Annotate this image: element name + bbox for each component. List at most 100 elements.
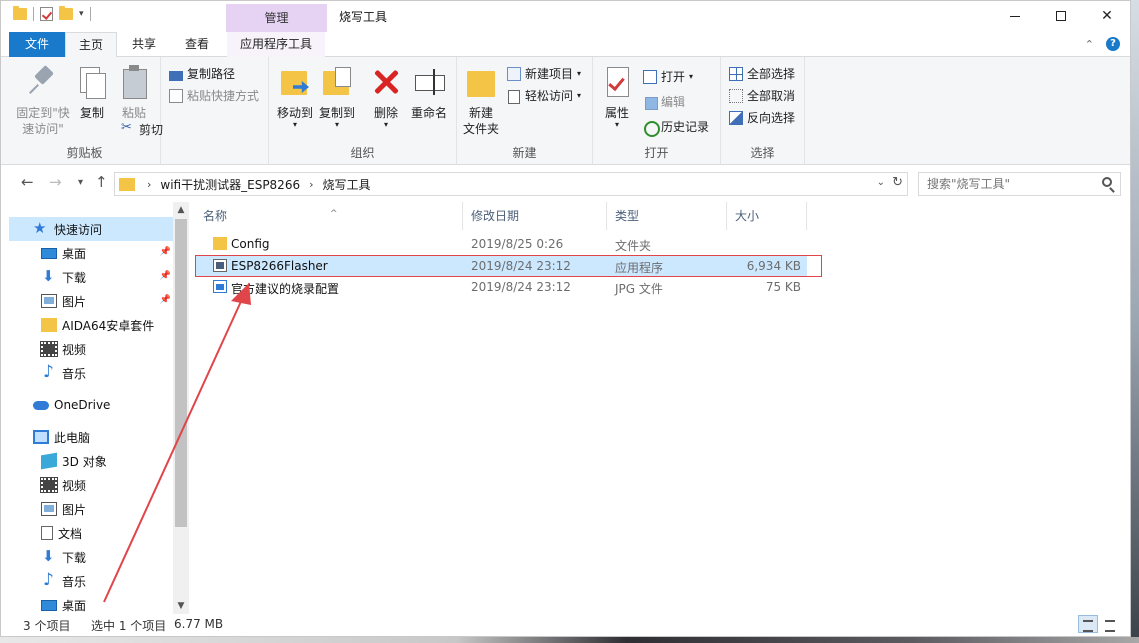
pc-icon [33, 430, 49, 444]
column-header-type[interactable]: 类型 [607, 202, 727, 230]
new-folder-icon[interactable] [59, 6, 73, 20]
minimize-icon [1010, 15, 1020, 17]
up-button[interactable]: ↑ [95, 173, 108, 191]
sidebar-item[interactable]: 图片 📌 [9, 289, 173, 313]
invert-selection-button[interactable]: 反向选择 [729, 109, 795, 126]
breadcrumb-item[interactable]: wifi干扰测试器_ESP8266 [160, 176, 300, 193]
sidebar-item-label: 快速访问 [54, 222, 103, 237]
address-bar[interactable]: › wifi干扰测试器_ESP8266 › 烧写工具 ⌄ ↻ [114, 172, 908, 196]
delete-label: 删除 [373, 106, 398, 120]
help-icon[interactable]: ? [1106, 37, 1120, 51]
scroll-up-icon[interactable]: ▲ [173, 202, 189, 218]
chevron-down-icon[interactable]: ⌄ [877, 177, 885, 188]
nav-scrollbar[interactable]: ▲ ▼ [173, 202, 189, 614]
copy-button[interactable]: 复制 [75, 65, 109, 121]
organize-group: 移动到 ▾ 复制到 ▾ 删除 ▾ 重命名 组织 [269, 57, 457, 165]
sidebar-item-label: 文档 [58, 526, 83, 541]
select-none-button[interactable]: 全部取消 [729, 87, 795, 104]
close-button[interactable]: ✕ [1084, 1, 1130, 32]
open-button[interactable]: 打开 ▾ [643, 68, 693, 85]
move-to-button[interactable]: 移动到 ▾ [275, 65, 315, 129]
column-header-date[interactable]: 修改日期 [463, 202, 607, 230]
chevron-right-icon[interactable]: › [309, 178, 313, 191]
new-folder-button[interactable]: 新建 文件夹 [461, 65, 501, 137]
jpg-icon [213, 280, 227, 293]
select-group: 全部选择 全部取消 反向选择 选择 [721, 57, 805, 165]
column-header-size[interactable]: 大小 [727, 202, 807, 230]
rename-button[interactable]: 重命名 [409, 65, 449, 121]
pin-icon[interactable]: 📌 [160, 271, 171, 281]
sidebar-item[interactable]: 桌面 📌 [9, 241, 173, 265]
easy-access-icon [507, 89, 521, 104]
forward-button[interactable]: → [49, 173, 62, 191]
properties-icon[interactable] [40, 7, 53, 21]
sidebar-item-label: 图片 [62, 502, 87, 517]
chevron-down-icon[interactable]: ▾ [79, 9, 84, 19]
folder-icon[interactable] [13, 6, 27, 20]
3d-objects-icon [41, 452, 57, 470]
tab-home[interactable]: 主页 [65, 32, 117, 58]
minimize-button[interactable] [992, 1, 1038, 32]
tab-file[interactable]: 文件 [9, 32, 65, 57]
tab-manage[interactable]: 管理 [226, 4, 327, 32]
properties-button[interactable]: 属性 ▾ [599, 65, 635, 129]
chevron-down-icon: ▾ [577, 69, 582, 78]
video-icon [40, 341, 58, 357]
column-header-name[interactable]: 名称 ^ [195, 202, 463, 230]
collapse-ribbon-icon[interactable]: ⌃ [1085, 38, 1094, 51]
sidebar-item[interactable]: OneDrive [9, 393, 173, 417]
recent-locations-button[interactable]: ▾ [78, 177, 83, 188]
new-group: 新建 文件夹 新建项目 ▾ 轻松访问 ▾ 新建 [457, 57, 593, 165]
chevron-down-icon: ▾ [292, 120, 297, 129]
video-icon [40, 477, 58, 493]
pin-icon[interactable]: 📌 [160, 295, 171, 305]
sidebar-item[interactable]: AIDA64安卓套件 [9, 313, 173, 337]
search-input[interactable] [919, 173, 1120, 195]
details-view-icon[interactable] [1078, 615, 1098, 633]
back-button[interactable]: ← [21, 173, 34, 191]
sidebar-item[interactable]: 音乐 [9, 361, 173, 385]
table-row[interactable]: 官方建议的烧录配置 2019/8/24 23:12 JPG 文件 75 KB [195, 277, 807, 298]
file-date: 2019/8/25 0:26 [471, 237, 564, 251]
new-item-button[interactable]: 新建项目 ▾ [507, 65, 581, 82]
paste-button[interactable]: 粘贴 [115, 65, 153, 121]
sidebar-item[interactable]: 3D 对象 [9, 449, 173, 473]
scissors-icon [121, 120, 135, 137]
maximize-button[interactable] [1038, 1, 1084, 32]
navigation-pane: 快速访问桌面📌下载📌图片📌AIDA64安卓套件视频音乐OneDrive此电脑3D… [9, 202, 189, 614]
tab-share[interactable]: 共享 [119, 32, 169, 57]
chevron-right-icon[interactable]: › [147, 178, 151, 191]
properties-label: 属性 [604, 106, 629, 120]
refresh-icon[interactable]: ↻ [892, 175, 903, 190]
pin-icon[interactable]: 📌 [160, 247, 171, 257]
select-all-button[interactable]: 全部选择 [729, 65, 795, 82]
edit-button[interactable]: 编辑 [643, 93, 685, 110]
copy-to-button[interactable]: 复制到 ▾ [317, 65, 357, 129]
history-button[interactable]: 历史记录 [643, 118, 709, 137]
table-row[interactable]: Config 2019/8/25 0:26 文件夹 [195, 234, 807, 255]
chevron-down-icon: ▾ [577, 91, 582, 100]
search-icon[interactable] [1102, 177, 1112, 187]
music-icon [41, 362, 57, 382]
sidebar-item[interactable]: 音乐 [9, 569, 173, 593]
sidebar-item[interactable]: 快速访问 [9, 217, 173, 241]
clipboard-group: 固定到"快 速访问" 复制 粘贴 复制路径 粘贴快捷方式 剪切 [9, 57, 259, 165]
breadcrumb-item[interactable]: 烧写工具 [323, 176, 371, 193]
sidebar-item[interactable]: 下载 [9, 545, 173, 569]
tab-app-tools[interactable]: 应用程序工具 [227, 32, 325, 57]
sidebar-item[interactable]: 视频 [9, 337, 173, 361]
tab-view[interactable]: 查看 [171, 32, 223, 57]
scroll-thumb[interactable] [175, 219, 187, 527]
sidebar-item[interactable]: 下载 📌 [9, 265, 173, 289]
sidebar-item[interactable]: 文档 [9, 521, 173, 545]
sidebar-item[interactable]: 图片 [9, 497, 173, 521]
sidebar-item[interactable]: 此电脑 [9, 425, 173, 449]
folder-icon [119, 177, 135, 191]
cut-button[interactable]: 剪切 [121, 120, 163, 138]
scroll-down-icon[interactable]: ▼ [173, 598, 189, 614]
pin-quick-access-button[interactable]: 固定到"快 速访问" [13, 65, 73, 137]
large-icons-view-icon[interactable] [1100, 615, 1120, 633]
easy-access-button[interactable]: 轻松访问 ▾ [507, 87, 581, 104]
delete-button[interactable]: 删除 ▾ [369, 65, 403, 129]
sidebar-item[interactable]: 视频 [9, 473, 173, 497]
